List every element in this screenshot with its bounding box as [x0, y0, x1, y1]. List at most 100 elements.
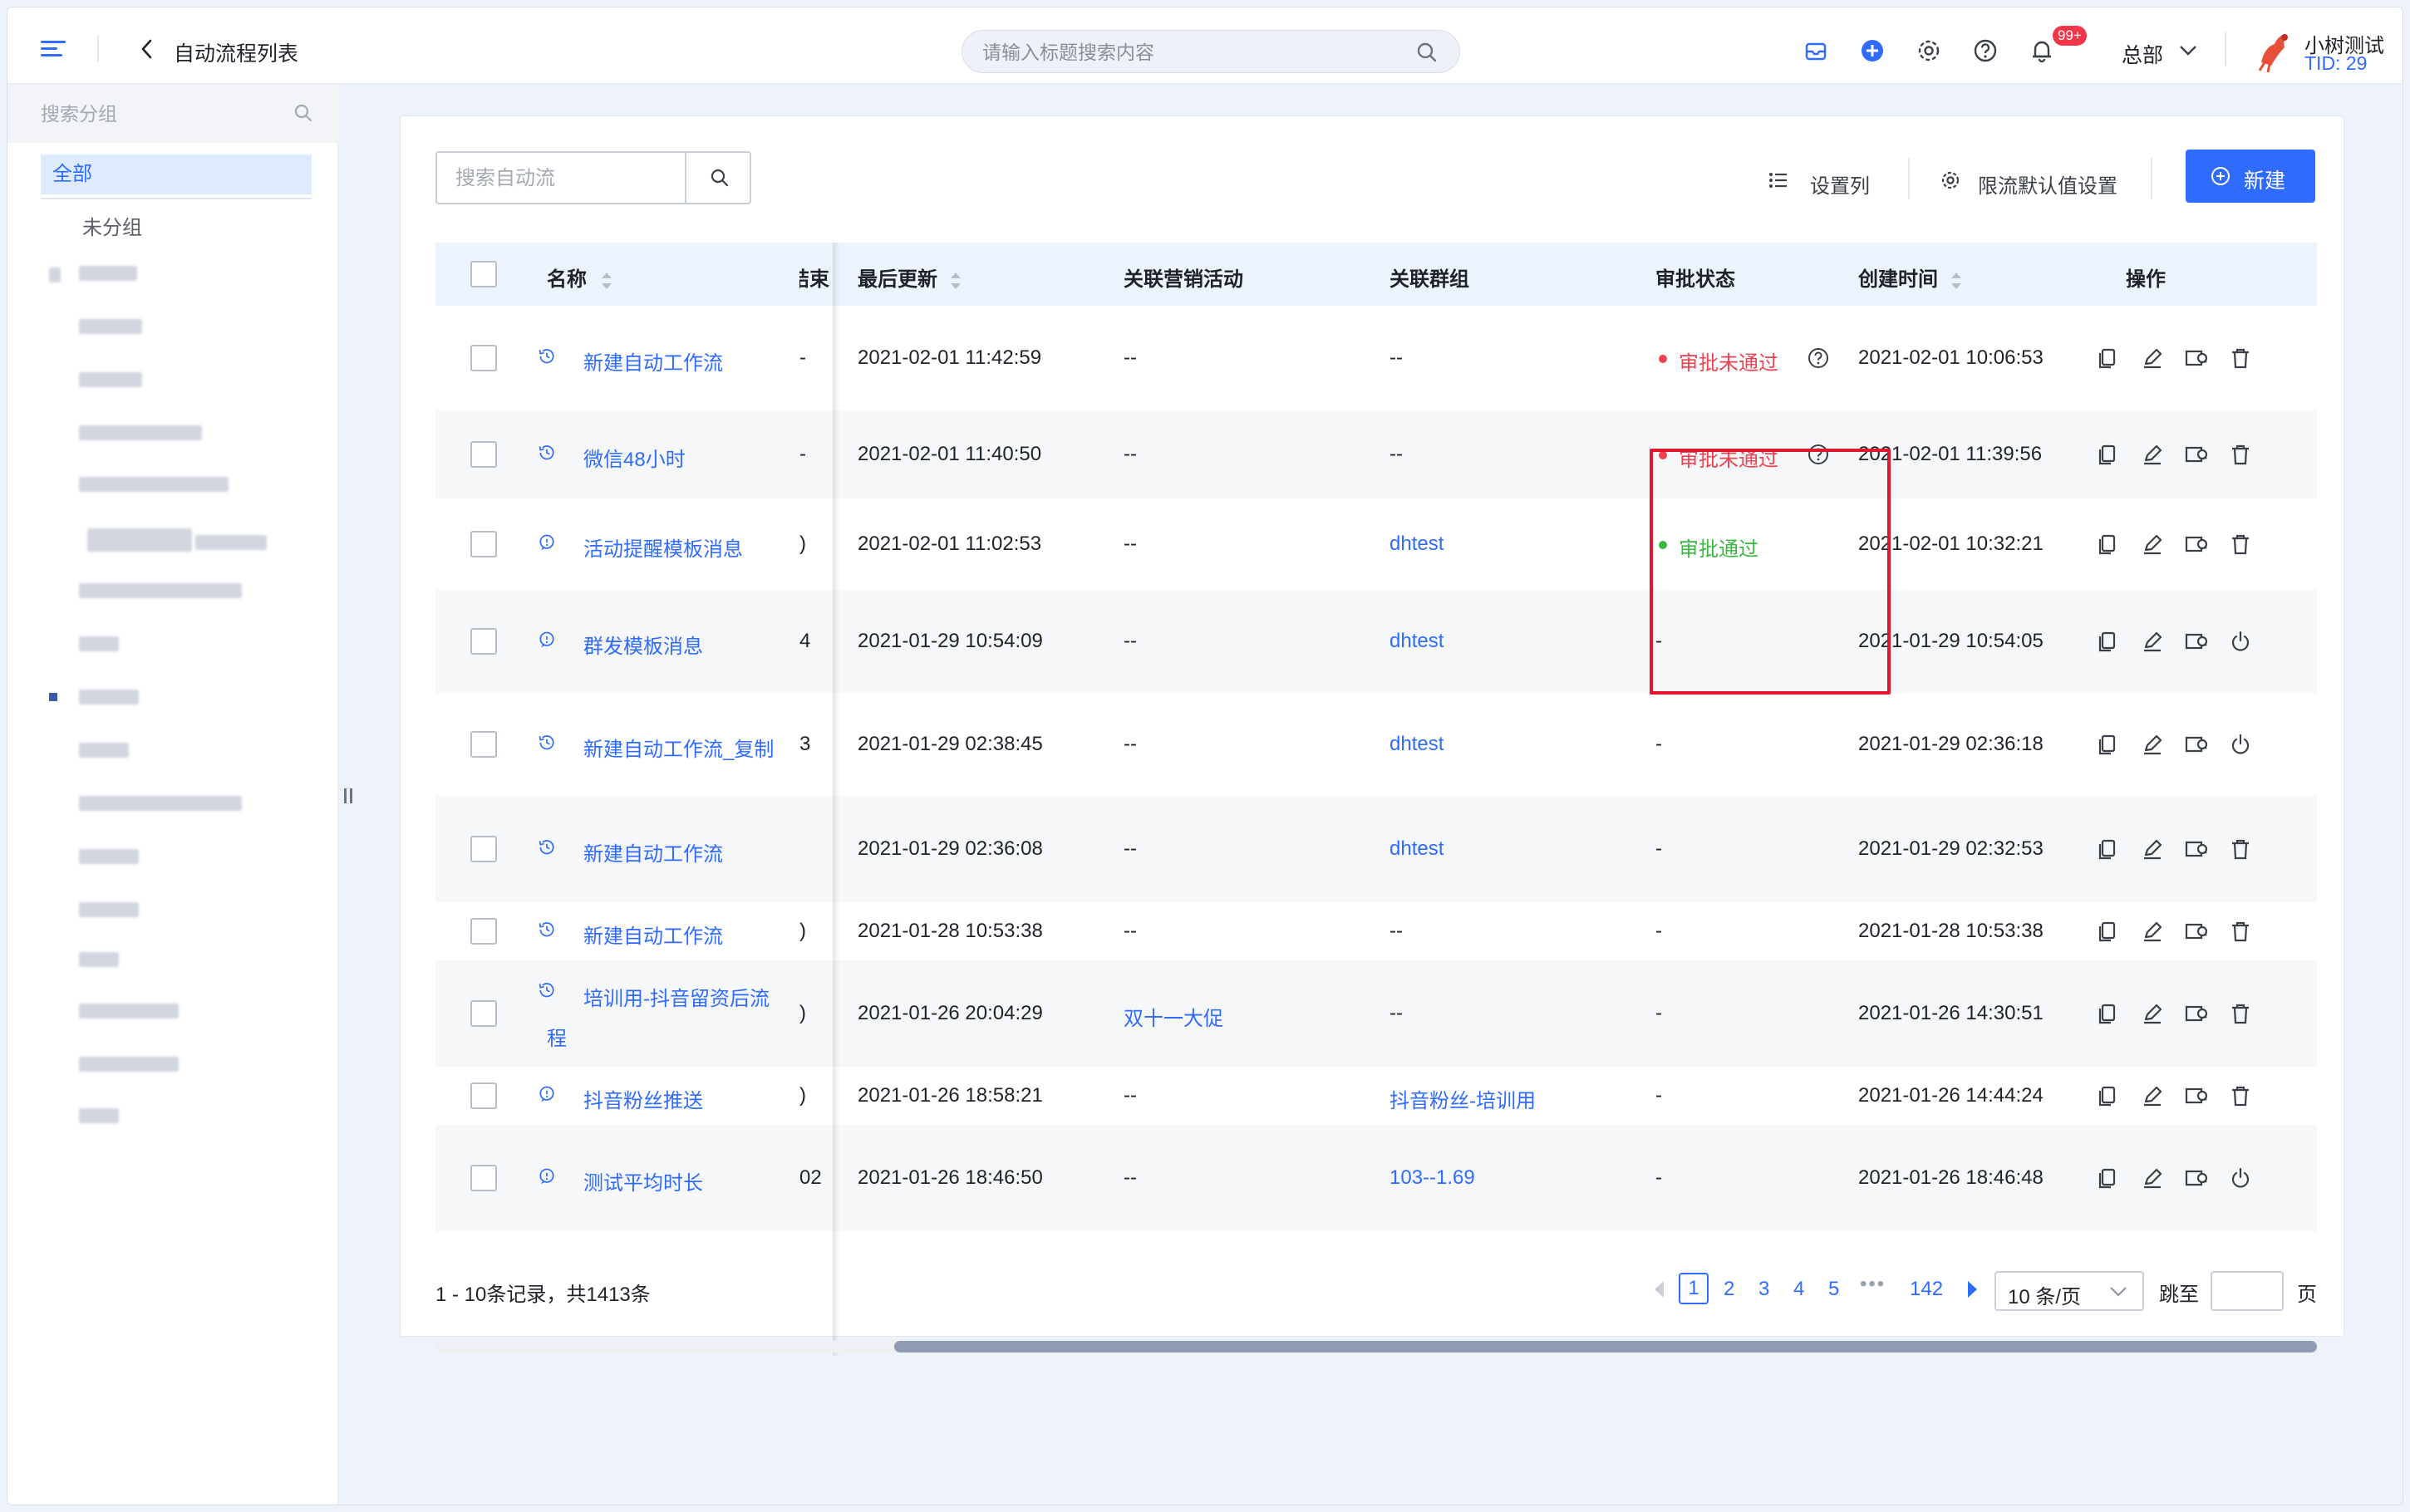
edit-icon[interactable] [2141, 920, 2164, 943]
edit-icon[interactable] [2141, 443, 2164, 466]
flow-name-link[interactable]: 测试平均时长 [583, 1166, 703, 1195]
group-value[interactable]: 抖音粉丝-培训用 [1389, 1084, 1536, 1113]
sort-icon[interactable] [949, 269, 962, 292]
copy-icon[interactable] [2096, 1002, 2119, 1025]
share-icon[interactable] [2184, 1002, 2207, 1025]
delete-icon[interactable] [2229, 346, 2252, 370]
question-icon[interactable] [1807, 443, 1830, 466]
page-1[interactable]: 1 [1679, 1273, 1709, 1304]
sidebar-collapse-handle[interactable] [344, 788, 356, 805]
delete-icon[interactable] [2229, 920, 2252, 943]
group-item-all[interactable]: 全部 [41, 155, 312, 194]
row-checkbox[interactable] [470, 345, 497, 371]
new-flow-button[interactable]: 新建 [2186, 150, 2315, 203]
edit-icon[interactable] [2141, 1084, 2164, 1107]
share-icon[interactable] [2184, 443, 2207, 466]
global-search-input[interactable] [982, 41, 1398, 64]
row-checkbox[interactable] [470, 1082, 497, 1109]
blurred-group-item[interactable] [79, 796, 242, 811]
delete-icon[interactable] [2229, 1002, 2252, 1025]
page-3[interactable]: 3 [1758, 1278, 1769, 1301]
next-page-icon[interactable] [1965, 1279, 1980, 1299]
row-checkbox[interactable] [470, 918, 497, 945]
row-checkbox[interactable] [470, 1000, 497, 1027]
share-icon[interactable] [2184, 533, 2207, 556]
add-circle-icon[interactable] [1859, 37, 1886, 64]
blurred-group-item[interactable] [79, 1108, 119, 1123]
delete-icon[interactable] [2229, 533, 2252, 556]
edit-icon[interactable] [2141, 533, 2164, 556]
page-2[interactable]: 2 [1724, 1278, 1734, 1301]
bell-icon[interactable] [2029, 37, 2055, 64]
blurred-group-item[interactable] [79, 902, 139, 917]
prev-page-icon[interactable] [1652, 1279, 1667, 1299]
blurred-group-item[interactable] [79, 743, 129, 758]
list-settings-icon[interactable] [1768, 171, 1788, 189]
share-icon[interactable] [2184, 733, 2207, 756]
edit-icon[interactable] [2141, 1166, 2164, 1190]
flow-search[interactable] [435, 151, 751, 204]
copy-icon[interactable] [2096, 533, 2119, 556]
copy-icon[interactable] [2096, 837, 2119, 861]
select-all-checkbox[interactable] [470, 261, 497, 287]
copy-icon[interactable] [2096, 1166, 2119, 1190]
page-size-select[interactable]: 10 条/页 [1994, 1271, 2144, 1311]
row-checkbox[interactable] [470, 836, 497, 862]
row-checkbox[interactable] [470, 731, 497, 758]
row-checkbox[interactable] [470, 441, 497, 468]
settings-icon[interactable] [1916, 37, 1942, 64]
blurred-group-item[interactable] [195, 535, 267, 550]
flow-name-link[interactable]: 新建自动工作流 [583, 346, 723, 376]
flow-name-link[interactable]: 新建自动工作流 [583, 920, 723, 949]
blurred-group-item[interactable] [79, 319, 142, 334]
inbox-icon[interactable] [1803, 37, 1829, 64]
flow-name-link[interactable]: 新建自动工作流 [583, 837, 723, 866]
page-ellipsis[interactable]: ••• [1860, 1273, 1886, 1296]
help-icon[interactable] [1972, 37, 1999, 64]
copy-icon[interactable] [2096, 443, 2119, 466]
group-value[interactable]: dhtest [1389, 733, 1444, 756]
menu-icon[interactable] [41, 41, 66, 57]
power-icon[interactable] [2229, 1166, 2252, 1190]
blurred-group-item[interactable] [79, 372, 142, 387]
org-selector-label[interactable]: 总部 [2122, 39, 2163, 69]
sort-icon[interactable] [1950, 269, 1963, 292]
edit-icon[interactable] [2141, 346, 2164, 370]
campaign-value[interactable]: 双十一大促 [1124, 1002, 1223, 1031]
delete-icon[interactable] [2229, 443, 2252, 466]
search-icon[interactable] [1416, 42, 1438, 63]
group-value[interactable]: dhtest [1389, 533, 1444, 556]
power-icon[interactable] [2229, 630, 2252, 653]
row-checkbox[interactable] [470, 1165, 497, 1191]
delete-icon[interactable] [2229, 837, 2252, 861]
share-icon[interactable] [2184, 837, 2207, 861]
group-value[interactable]: 103--1.69 [1389, 1166, 1475, 1190]
jump-page-input[interactable] [2211, 1271, 2284, 1311]
edit-icon[interactable] [2141, 630, 2164, 653]
blurred-group-item[interactable] [79, 425, 202, 440]
edit-icon[interactable] [2141, 733, 2164, 756]
share-icon[interactable] [2184, 920, 2207, 943]
group-value[interactable]: dhtest [1389, 630, 1444, 653]
flow-name-link-continued[interactable]: 程 [547, 1022, 567, 1051]
edit-icon[interactable] [2141, 837, 2164, 861]
row-checkbox[interactable] [470, 531, 497, 557]
blurred-group-item[interactable] [79, 583, 242, 598]
share-icon[interactable] [2184, 630, 2207, 653]
horizontal-scrollbar-thumb[interactable] [894, 1341, 2317, 1352]
group-search[interactable] [7, 85, 338, 143]
gear-icon[interactable] [1940, 169, 1961, 191]
blurred-group-item[interactable] [79, 1004, 179, 1019]
sort-icon[interactable] [600, 269, 613, 292]
blurred-group-item[interactable] [87, 528, 192, 552]
blurred-group-item[interactable] [79, 952, 119, 967]
set-columns-button[interactable]: 设置列 [1810, 169, 1870, 199]
copy-icon[interactable] [2096, 733, 2119, 756]
power-icon[interactable] [2229, 733, 2252, 756]
flow-name-link[interactable]: 群发模板消息 [583, 630, 703, 659]
flow-name-link[interactable]: 微信48小时 [583, 443, 686, 472]
share-icon[interactable] [2184, 1084, 2207, 1107]
blurred-group-item[interactable] [49, 268, 61, 282]
copy-icon[interactable] [2096, 630, 2119, 653]
flow-name-link[interactable]: 抖音粉丝推送 [583, 1084, 703, 1113]
